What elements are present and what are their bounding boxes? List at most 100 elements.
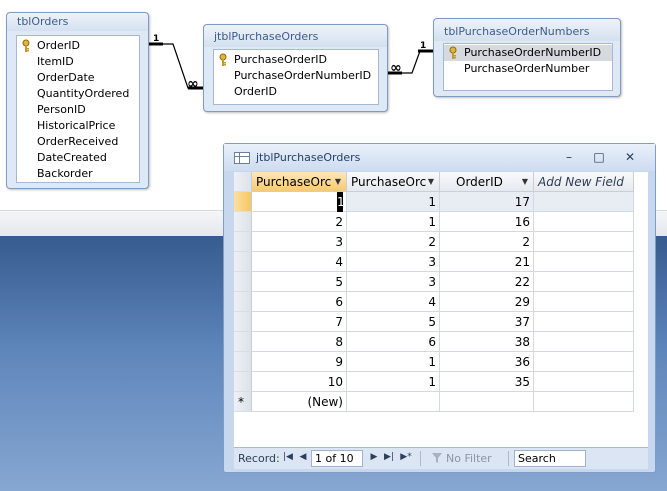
dropdown-arrow-icon[interactable]: ▼	[428, 172, 434, 191]
cell-value: 21	[514, 255, 530, 269]
field-item[interactable]: OrderID	[17, 38, 139, 54]
record-selector[interactable]	[234, 292, 252, 312]
cell-purchaseordernumberid[interactable]: 1	[347, 352, 440, 372]
cell-purchaseordernumberid[interactable]: 3	[347, 272, 440, 292]
record-selector[interactable]	[234, 352, 252, 372]
last-record-icon[interactable]: ▶|	[383, 452, 395, 462]
field-item[interactable]: OrderDate	[17, 70, 139, 86]
field-item[interactable]: QuantityOrdered	[17, 86, 139, 102]
cell-orderid[interactable]: 38	[440, 332, 534, 352]
dropdown-arrow-icon[interactable]: ▼	[522, 172, 528, 191]
datasheet-window[interactable]: jtblPurchaseOrders – □ ✕ PurchaseOrc ▼ Pu…	[223, 143, 656, 473]
new-record-selector[interactable]: *	[234, 392, 252, 412]
cell-add-new-field[interactable]	[534, 252, 634, 272]
cell-orderid[interactable]: 16	[440, 212, 534, 232]
new-record-icon[interactable]: ▶*	[400, 452, 412, 462]
cell-purchaseorderid[interactable]: 9	[252, 352, 347, 372]
cell-purchaseordernumberid[interactable]: 2	[347, 232, 440, 252]
previous-record-icon[interactable]: ◀	[297, 452, 309, 462]
cell-purchaseorderid[interactable]: 8	[252, 332, 347, 352]
cell-new-record[interactable]: (New)	[252, 392, 347, 412]
column-header-purchaseorderid[interactable]: PurchaseOrc ▼	[252, 172, 347, 192]
search-input[interactable]: Search	[514, 450, 586, 467]
field-item[interactable]: PurchaseOrderNumber	[444, 61, 612, 77]
cell-purchaseorderid[interactable]: 7	[252, 312, 347, 332]
table-title[interactable]: tblPurchaseOrderNumbers	[434, 19, 620, 41]
table-jtblpurchaseorders[interactable]: jtblPurchaseOrders PurchaseOrderID Purch…	[203, 24, 388, 112]
cell-add-new-field[interactable]	[534, 352, 634, 372]
cell-add-new-field[interactable]	[534, 392, 634, 412]
cell-orderid[interactable]: 17	[440, 192, 534, 212]
table-title[interactable]: tblOrders	[7, 13, 148, 31]
field-item[interactable]: Backorder	[17, 166, 139, 182]
cell-orderid[interactable]: 37	[440, 312, 534, 332]
cell-purchaseordernumberid[interactable]: 1	[347, 372, 440, 392]
cell-orderid[interactable]: 21	[440, 252, 534, 272]
column-header-orderid[interactable]: OrderID ▼	[440, 172, 534, 192]
record-selector[interactable]	[234, 372, 252, 392]
cell-purchaseorderid[interactable]: 5	[252, 272, 347, 292]
record-selector[interactable]	[234, 252, 252, 272]
cell-add-new-field[interactable]	[534, 212, 634, 232]
cell-orderid[interactable]: 22	[440, 272, 534, 292]
record-selector[interactable]	[234, 212, 252, 232]
field-item[interactable]: PersonID	[17, 102, 139, 118]
record-selector[interactable]	[234, 272, 252, 292]
field-item[interactable]: ItemID	[17, 54, 139, 70]
cell-add-new-field[interactable]	[534, 292, 634, 312]
minimize-button[interactable]: –	[559, 149, 579, 165]
cell-orderid[interactable]: 36	[440, 352, 534, 372]
record-selector[interactable]	[234, 312, 252, 332]
cell-purchaseordernumberid[interactable]: 4	[347, 292, 440, 312]
cell-purchaseorderid[interactable]: 10	[252, 372, 347, 392]
column-header-purchaseordernumberid[interactable]: PurchaseOrc ▼	[347, 172, 440, 192]
restore-button[interactable]: □	[589, 149, 609, 165]
cell-add-new-field[interactable]	[534, 332, 634, 352]
record-position-input[interactable]: 1 of 10	[311, 450, 363, 467]
cell-purchaseordernumberid[interactable]: 6	[347, 332, 440, 352]
cell-purchaseorderid[interactable]: 4	[252, 252, 347, 272]
cell-purchaseordernumberid[interactable]	[347, 392, 440, 412]
cell-purchaseorderid[interactable]: 6	[252, 292, 347, 312]
cell-purchaseorderid[interactable]: 2	[252, 212, 347, 232]
datasheet-grid[interactable]: PurchaseOrc ▼ PurchaseOrc ▼ OrderID ▼ Add N…	[234, 172, 648, 452]
cell-value: 1	[428, 355, 436, 369]
field-item[interactable]: HistoricalPrice	[17, 118, 139, 134]
cell-add-new-field[interactable]	[534, 272, 634, 292]
cell-purchaseorderid[interactable]: 1	[252, 192, 347, 212]
first-record-icon[interactable]: |◀	[282, 452, 294, 462]
cell-purchaseordernumberid[interactable]: 5	[347, 312, 440, 332]
table-tblpurchaseordernumbers[interactable]: tblPurchaseOrderNumbers PurchaseOrderNum…	[433, 18, 621, 97]
cell-orderid[interactable]: 35	[440, 372, 534, 392]
cell-orderid[interactable]: 29	[440, 292, 534, 312]
cell-add-new-field[interactable]	[534, 232, 634, 252]
cell-add-new-field[interactable]	[534, 372, 634, 392]
cell-value: 29	[514, 295, 530, 309]
cell-purchaseorderid[interactable]: 3	[252, 232, 347, 252]
table-tblorders[interactable]: tblOrders OrderID ItemID OrderDate Quant…	[6, 12, 149, 189]
cell-purchaseordernumberid[interactable]: 1	[347, 212, 440, 232]
cell-add-new-field[interactable]	[534, 192, 634, 212]
dropdown-arrow-icon[interactable]: ▼	[335, 172, 341, 191]
select-all-corner[interactable]	[234, 172, 252, 192]
cell-orderid[interactable]: 2	[440, 232, 534, 252]
close-button[interactable]: ✕	[620, 149, 640, 165]
field-item-selected[interactable]: PurchaseOrderNumberID	[444, 45, 612, 61]
cell-purchaseordernumberid[interactable]: 3	[347, 252, 440, 272]
column-header-add-new-field[interactable]: Add New Field	[534, 172, 634, 192]
field-item[interactable]: PurchaseOrderNumberID	[214, 68, 378, 84]
table-title[interactable]: jtblPurchaseOrders	[204, 25, 387, 47]
cell-orderid[interactable]	[440, 392, 534, 412]
no-filter-button[interactable]: No Filter	[428, 450, 502, 467]
record-selector[interactable]	[234, 192, 252, 212]
window-titlebar[interactable]: jtblPurchaseOrders – □ ✕	[224, 144, 655, 171]
cell-add-new-field[interactable]	[534, 312, 634, 332]
field-item[interactable]: OrderID	[214, 84, 378, 100]
field-item[interactable]: PurchaseOrderID	[214, 52, 378, 68]
record-selector[interactable]	[234, 332, 252, 352]
next-record-icon[interactable]: ▶	[368, 452, 380, 462]
field-item[interactable]: DateCreated	[17, 150, 139, 166]
field-item[interactable]: OrderReceived	[17, 134, 139, 150]
record-selector[interactable]	[234, 232, 252, 252]
cell-purchaseordernumberid[interactable]: 1	[347, 192, 440, 212]
